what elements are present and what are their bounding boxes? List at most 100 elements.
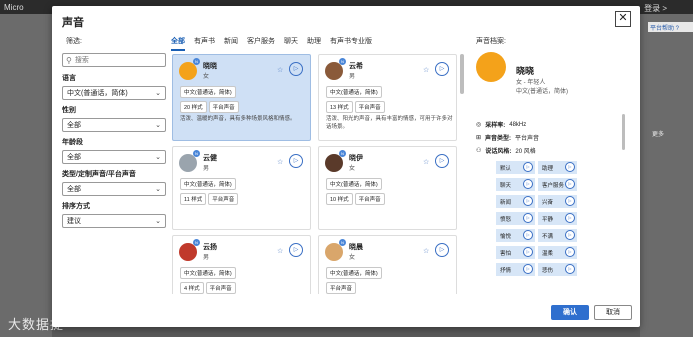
background-left-panel bbox=[0, 14, 52, 337]
style-chip[interactable]: 新闻 ▷ bbox=[496, 195, 535, 208]
card-grid-scrollbar[interactable] bbox=[460, 54, 464, 94]
styles-tag: 13 样式 bbox=[326, 101, 353, 113]
favorite-icon[interactable]: ☆ bbox=[277, 66, 283, 74]
cancel-button[interactable]: 取消 bbox=[594, 305, 632, 320]
voice-card[interactable]: N 云健 男 ☆ ▷ 中文(普通话，简体) 11 样式 平台声音 bbox=[172, 146, 311, 230]
style-chip-label: 愉悦 bbox=[500, 233, 512, 240]
profile-sub: 女 - 年轻人 bbox=[516, 80, 546, 86]
voice-profile-panel: 声音档案: 晓晓 女 - 年轻人 中文(普通话，简体) ◎ 采样率: 48kHz… bbox=[476, 36, 634, 296]
voice-gender: 女 bbox=[203, 74, 210, 80]
styles-tag: 11 样式 bbox=[180, 193, 207, 205]
favorite-icon[interactable]: ☆ bbox=[423, 158, 429, 166]
people-icon: ⚇ bbox=[476, 148, 482, 154]
gender-select[interactable]: 全部 ⌄ bbox=[62, 118, 166, 132]
style-row: ⚇ 说话风格: 20 风格 bbox=[476, 146, 536, 155]
sample-rate-row: ◎ 采样率: 48kHz bbox=[476, 120, 526, 130]
language-tag: 中文(普通话，简体) bbox=[326, 86, 382, 98]
tab-assistant[interactable]: 助理 bbox=[307, 36, 321, 51]
voice-card[interactable]: N 晓晨 女 ☆ ▷ 中文(普通话，简体) 平台声音 bbox=[318, 235, 457, 294]
style-chip[interactable]: 不满 ▷ bbox=[537, 229, 577, 242]
voice-gender: 男 bbox=[203, 255, 210, 261]
style-chip-label: 助理 bbox=[541, 165, 553, 172]
play-button[interactable]: ▷ bbox=[435, 243, 449, 257]
search-icon: ⚲ bbox=[66, 55, 72, 65]
voice-name: 云希 bbox=[349, 63, 363, 70]
search-input[interactable]: ⚲ 搜索 bbox=[62, 53, 166, 67]
favorite-icon[interactable]: ☆ bbox=[277, 247, 283, 255]
chevron-down-icon: ⌄ bbox=[155, 122, 161, 129]
favorite-icon[interactable]: ☆ bbox=[423, 247, 429, 255]
style-chip[interactable]: 温柔 ▷ bbox=[537, 246, 577, 259]
voice-gender: 男 bbox=[203, 166, 210, 172]
type-tag: 平台声音 bbox=[354, 101, 385, 113]
voice-tags: 中文(普通话，简体) 4 样式 平台声音 bbox=[180, 267, 308, 294]
more-link[interactable]: 更多 bbox=[652, 129, 664, 138]
play-button[interactable]: ▷ bbox=[289, 243, 303, 257]
tab-audiobook[interactable]: 有声书 bbox=[194, 36, 215, 51]
sort-select[interactable]: 建议 ⌄ bbox=[62, 214, 166, 228]
style-chip-label: 悲伤 bbox=[541, 267, 553, 274]
style-chip[interactable]: 抒情 ▷ bbox=[496, 263, 535, 276]
style-chip[interactable]: 愤怒 ▷ bbox=[496, 212, 535, 225]
styles-tag: 4 样式 bbox=[180, 282, 204, 294]
voice-tags: 中文(普通话，简体) 10 样式 平台声音 bbox=[326, 178, 454, 208]
tab-chat[interactable]: 聊天 bbox=[284, 36, 298, 51]
voice-card[interactable]: N 晓伊 女 ☆ ▷ 中文(普通话，简体) 10 样式 平台声音 bbox=[318, 146, 457, 230]
voice-card[interactable]: N 云希 男 ☆ ▷ 中文(普通话，简体) 13 样式 平台声音 活泼、阳光的声音… bbox=[318, 54, 457, 141]
profile-header: 声音档案: bbox=[476, 38, 506, 45]
tab-audiobook-pro[interactable]: 有声书专业版 bbox=[330, 36, 372, 51]
filter-header: 筛选: bbox=[66, 38, 82, 45]
style-chip[interactable]: 聊天 ▷ bbox=[496, 178, 535, 191]
neural-badge-icon: N bbox=[193, 150, 200, 157]
sample-rate-label: 采样率: bbox=[485, 123, 506, 129]
style-chip-label: 抒情 bbox=[500, 267, 512, 274]
avatar bbox=[476, 52, 506, 82]
style-chip[interactable]: 默认 ▷ bbox=[496, 161, 535, 174]
voice-name: 云扬 bbox=[203, 244, 217, 251]
tab-news[interactable]: 新闻 bbox=[224, 36, 238, 51]
voice-description: 活泼、温暖的声音，具有多种场景风格和情感。 bbox=[180, 116, 296, 122]
style-chip[interactable]: 兴奋 ▷ bbox=[537, 195, 577, 208]
background-right-panel: 平台帮助 ? 更多 bbox=[640, 14, 693, 337]
play-button[interactable]: ▷ bbox=[289, 154, 303, 168]
favorite-icon[interactable]: ☆ bbox=[423, 66, 429, 74]
tab-all[interactable]: 全部 bbox=[171, 36, 185, 51]
style-chip[interactable]: 悲伤 ▷ bbox=[537, 263, 577, 276]
voice-name: 晓晨 bbox=[349, 244, 363, 251]
voice-card[interactable]: N 云扬 男 ☆ ▷ 中文(普通话，简体) 4 样式 平台声音 bbox=[172, 235, 311, 294]
language-select[interactable]: 中文(普通话，简体) ⌄ bbox=[62, 86, 166, 100]
help-link[interactable]: 平台帮助 ? bbox=[648, 22, 693, 32]
voice-card[interactable]: N 晓晓 女 ☆ ▷ 中文(普通话，简体) 20 样式 平台声音 活泼、温暖的声音… bbox=[172, 54, 311, 141]
style-chip-label: 客户服务 bbox=[541, 182, 564, 189]
style-chip[interactable]: 害怕 ▷ bbox=[496, 246, 535, 259]
voice-description: 活泼、阳光的声音，具有丰富的情感，可用于许多对话场景。 bbox=[326, 116, 453, 130]
type-tag: 平台声音 bbox=[208, 101, 239, 113]
style-chip[interactable]: 客户服务 ▷ bbox=[537, 178, 577, 191]
style-chip[interactable]: 愉悦 ▷ bbox=[496, 229, 535, 242]
age-select[interactable]: 全部 ⌄ bbox=[62, 150, 166, 164]
play-button[interactable]: ▷ bbox=[435, 154, 449, 168]
style-chip[interactable]: 平静 ▷ bbox=[537, 212, 577, 225]
style-chip[interactable]: 助理 ▷ bbox=[537, 161, 577, 174]
login-link[interactable]: 登录 > bbox=[644, 3, 667, 14]
tab-customer-service[interactable]: 客户服务 bbox=[247, 36, 275, 51]
confirm-button[interactable]: 确认 bbox=[551, 305, 589, 320]
sort-value: 建议 bbox=[67, 218, 81, 225]
app-brand: Micro bbox=[4, 3, 24, 12]
play-button[interactable]: ▷ bbox=[435, 62, 449, 76]
profile-name: 晓晓 bbox=[516, 66, 535, 76]
style-label: 说话风格: bbox=[485, 149, 512, 155]
age-value: 全部 bbox=[67, 154, 81, 161]
voice-gender: 女 bbox=[349, 166, 356, 172]
filter-panel: 筛选: ⚲ 搜索 语言 中文(普通话，简体) ⌄ 性别 全部 ⌄ 年龄段 全部 ⌄ 类… bbox=[62, 36, 166, 233]
sort-label: 排序方式 bbox=[62, 203, 90, 210]
language-tag: 中文(普通话，简体) bbox=[180, 267, 236, 279]
play-button[interactable]: ▷ bbox=[289, 62, 303, 76]
play-icon: ▷ bbox=[564, 247, 575, 257]
play-icon: ▷ bbox=[564, 213, 575, 223]
close-button[interactable]: ✕ bbox=[615, 11, 631, 27]
profile-scrollbar[interactable] bbox=[622, 114, 625, 150]
favorite-icon[interactable]: ☆ bbox=[277, 158, 283, 166]
category-tabs: 全部 有声书 新闻 客户服务 聊天 助理 有声书专业版 bbox=[171, 36, 372, 51]
type-select[interactable]: 全部 ⌄ bbox=[62, 182, 166, 196]
